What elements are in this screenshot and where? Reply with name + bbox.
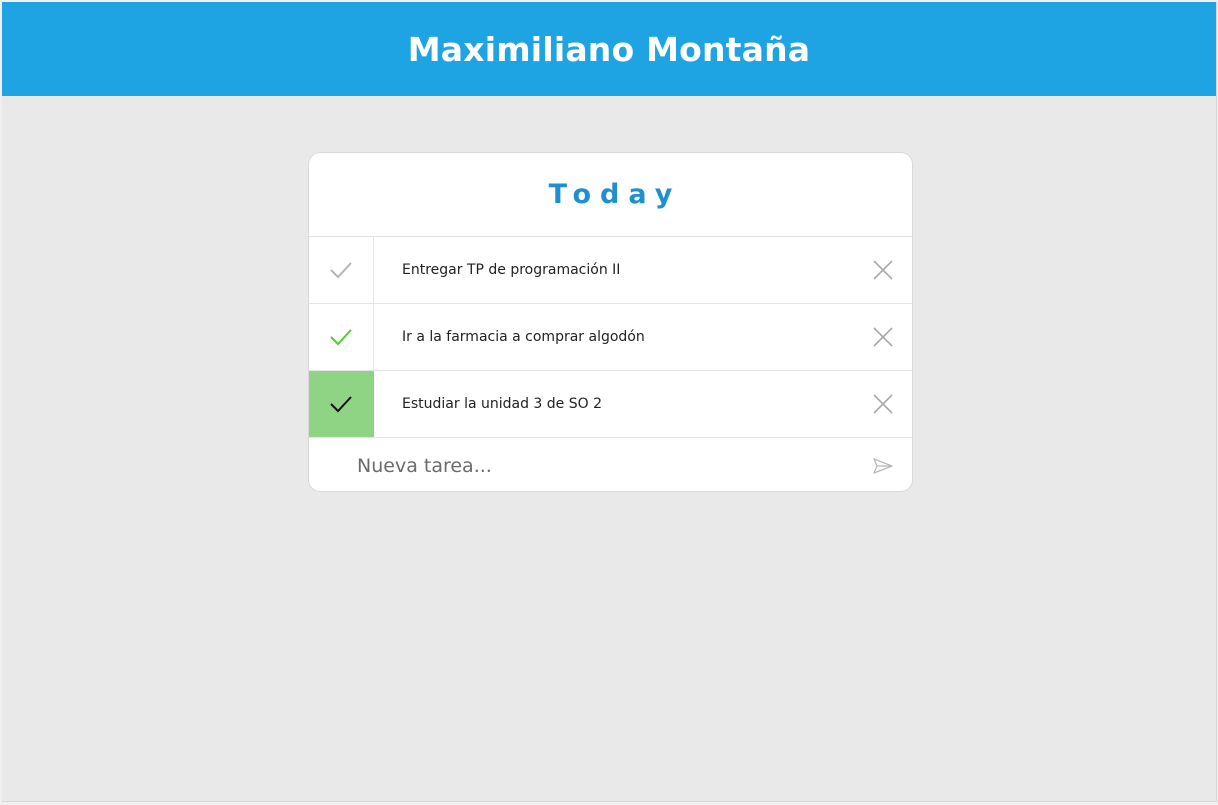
task-label: Ir a la farmacia a comprar algodón [402, 329, 645, 345]
add-task-button[interactable] [854, 457, 912, 475]
check-icon [330, 262, 352, 279]
task-check-button[interactable] [309, 237, 374, 303]
task-row: Ir a la farmacia a comprar algodón [309, 304, 912, 371]
check-icon [330, 396, 352, 413]
task-label: Entregar TP de programación II [402, 262, 621, 278]
new-task-row [309, 438, 912, 491]
delete-task-button[interactable] [854, 371, 912, 437]
page-title: Maximiliano Montaña [407, 29, 811, 69]
task-row: Entregar TP de programación II [309, 237, 912, 304]
new-task-input[interactable] [355, 453, 854, 478]
card-header: Today [309, 153, 912, 237]
check-icon [330, 329, 352, 346]
app-window: Maximiliano Montaña Today Entregar TP de… [2, 2, 1217, 802]
delete-task-button[interactable] [854, 304, 912, 370]
app-header: Maximiliano Montaña [2, 2, 1216, 96]
close-icon [873, 260, 893, 280]
task-check-button[interactable] [309, 371, 374, 437]
delete-task-button[interactable] [854, 237, 912, 303]
task-check-button[interactable] [309, 304, 374, 370]
todo-card: Today Entregar TP de programación II Ir … [308, 152, 913, 492]
card-title: Today [548, 179, 682, 210]
close-icon [873, 394, 893, 414]
task-row: Estudiar la unidad 3 de SO 2 [309, 371, 912, 438]
close-icon [873, 327, 893, 347]
task-label: Estudiar la unidad 3 de SO 2 [402, 396, 602, 412]
send-icon [873, 457, 893, 474]
